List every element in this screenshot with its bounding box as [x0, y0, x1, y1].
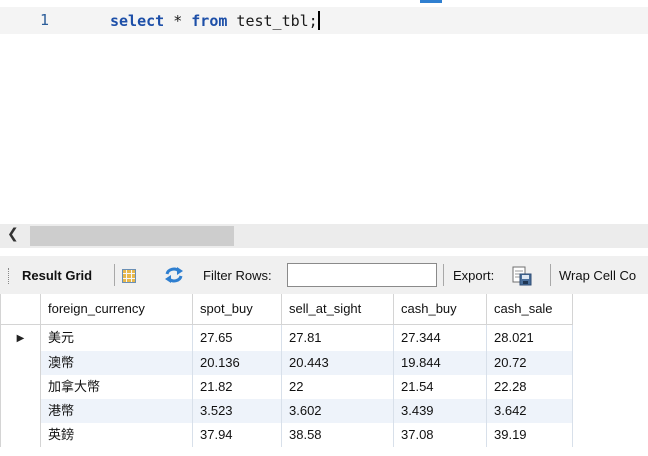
column-header-cash-buy[interactable]: cash_buy	[393, 294, 487, 325]
cell-spot-buy[interactable]: 37.94	[192, 422, 282, 447]
result-grid[interactable]: foreign_currency spot_buy sell_at_sight …	[0, 294, 648, 456]
column-header-spot-buy[interactable]: spot_buy	[192, 294, 282, 325]
cell-foreign-currency[interactable]: 英鎊	[40, 422, 193, 447]
horizontal-scrollbar[interactable]: ❮	[0, 224, 648, 248]
row-pointer-icon: ▶	[16, 332, 25, 344]
cell-sell-at-sight[interactable]: 20.443	[281, 350, 394, 375]
cell-cash-buy[interactable]: 37.08	[393, 422, 487, 447]
keyword-from: from	[191, 12, 228, 30]
code-table: test_tbl;	[227, 12, 318, 30]
cell-spot-buy[interactable]: 21.82	[192, 374, 282, 399]
current-line: 1 select * from test_tbl;	[0, 7, 648, 34]
sql-code[interactable]: select * from test_tbl;	[110, 11, 320, 30]
refresh-icon[interactable]	[163, 266, 185, 284]
cell-cash-buy[interactable]: 19.844	[393, 350, 487, 375]
export-icon[interactable]	[511, 265, 533, 287]
table-row[interactable]: 澳幣 20.136 20.443 19.844 20.72	[0, 350, 573, 375]
scrollbar-thumb[interactable]	[30, 226, 234, 246]
toolbar-divider	[443, 264, 444, 286]
row-header-corner[interactable]	[0, 294, 41, 325]
cell-cash-sale[interactable]: 28.021	[486, 324, 573, 351]
cell-cash-buy[interactable]: 21.54	[393, 374, 487, 399]
filter-rows-input[interactable]	[287, 263, 437, 287]
grid-view-icon[interactable]	[122, 269, 136, 283]
scroll-left-arrow-icon[interactable]: ❮	[7, 226, 19, 242]
cell-cash-sale[interactable]: 39.19	[486, 422, 573, 447]
cell-cash-sale[interactable]: 3.642	[486, 398, 573, 423]
cell-spot-buy[interactable]: 27.65	[192, 324, 282, 351]
row-header[interactable]	[0, 374, 41, 399]
table-row[interactable]: 英鎊 37.94 38.58 37.08 39.19	[0, 422, 573, 447]
row-header[interactable]: ▶	[0, 324, 41, 351]
header-row: foreign_currency spot_buy sell_at_sight …	[0, 294, 573, 325]
cell-spot-buy[interactable]: 20.136	[192, 350, 282, 375]
line-number: 1	[40, 11, 50, 29]
cell-cash-sale[interactable]: 22.28	[486, 374, 573, 399]
result-table: foreign_currency spot_buy sell_at_sight …	[0, 294, 573, 447]
table-row[interactable]: 港幣 3.523 3.602 3.439 3.642	[0, 398, 573, 423]
cell-foreign-currency[interactable]: 港幣	[40, 398, 193, 423]
toolbar-divider	[114, 264, 115, 286]
editor-tab-accent	[420, 0, 442, 3]
row-header[interactable]	[0, 422, 41, 447]
keyword-select: select	[110, 12, 165, 30]
result-grid-tab[interactable]: Result Grid	[22, 256, 92, 294]
row-header[interactable]	[0, 350, 41, 375]
text-caret	[317, 11, 320, 30]
export-label: Export:	[453, 267, 495, 283]
cell-sell-at-sight[interactable]: 27.81	[281, 324, 394, 351]
column-header-sell-at-sight[interactable]: sell_at_sight	[281, 294, 394, 325]
column-header-cash-sale[interactable]: cash_sale	[486, 294, 573, 325]
row-header[interactable]	[0, 398, 41, 423]
cell-cash-sale[interactable]: 20.72	[486, 350, 573, 375]
result-toolbar: Result Grid Filter Rows: Export: Wrap Ce…	[0, 256, 648, 294]
cell-foreign-currency[interactable]: 澳幣	[40, 350, 193, 375]
column-header-foreign-currency[interactable]: foreign_currency	[40, 294, 193, 325]
cell-cash-buy[interactable]: 3.439	[393, 398, 487, 423]
cell-foreign-currency[interactable]: 美元	[40, 324, 193, 351]
cell-cash-buy[interactable]: 27.344	[393, 324, 487, 351]
table-row[interactable]: 加拿大幣 21.82 22 21.54 22.28	[0, 374, 573, 399]
table-row[interactable]: ▶ 美元 27.65 27.81 27.344 28.021	[0, 324, 573, 351]
sql-editor[interactable]: 1 select * from test_tbl;	[0, 0, 648, 224]
toolbar-divider	[550, 264, 551, 286]
cell-foreign-currency[interactable]: 加拿大幣	[40, 374, 193, 399]
toolbar-grip[interactable]	[8, 268, 10, 284]
cell-spot-buy[interactable]: 3.523	[192, 398, 282, 423]
cell-sell-at-sight[interactable]: 22	[281, 374, 394, 399]
wrap-cell-content-option[interactable]: Wrap Cell Co	[559, 256, 636, 294]
cell-sell-at-sight[interactable]: 38.58	[281, 422, 394, 447]
code-star: *	[164, 12, 192, 30]
filter-rows-label: Filter Rows:	[203, 267, 272, 283]
cell-sell-at-sight[interactable]: 3.602	[281, 398, 394, 423]
